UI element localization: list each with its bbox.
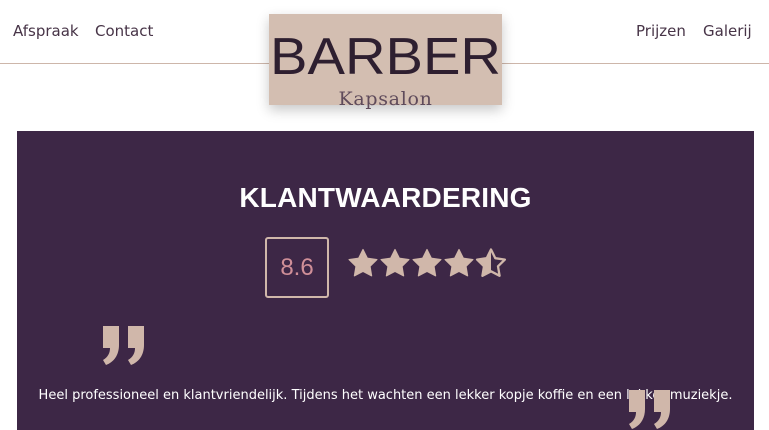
star-icon (443, 248, 475, 279)
star-icon (411, 248, 443, 279)
barber-logo[interactable]: BARBER Kapsalon (269, 14, 502, 109)
review-title: KLANTWAARDERING (239, 181, 532, 213)
half-star-icon (475, 248, 507, 279)
rating-score-box: 8.6 (265, 237, 329, 298)
star-icon (347, 248, 379, 279)
star-rating (347, 248, 509, 280)
logo-title: BARBER (270, 28, 501, 86)
nav-link-afspraak[interactable]: Afspraak (13, 21, 79, 41)
quote-close-icon (627, 388, 675, 430)
nav-link-contact[interactable]: Contact (95, 21, 153, 41)
customer-review-panel: KLANTWAARDERING 8.6 Heel professioneel e… (17, 131, 754, 430)
nav-link-prijzen[interactable]: Prijzen (636, 21, 686, 41)
page: Afspraak Contact Prijzen Galerij BARBER … (0, 0, 769, 430)
rating-score: 8.6 (280, 254, 314, 281)
logo-subtitle: Kapsalon (338, 88, 433, 110)
nav-link-galerij[interactable]: Galerij (703, 21, 752, 41)
star-icon (379, 248, 411, 279)
quote-open-icon (101, 324, 149, 366)
